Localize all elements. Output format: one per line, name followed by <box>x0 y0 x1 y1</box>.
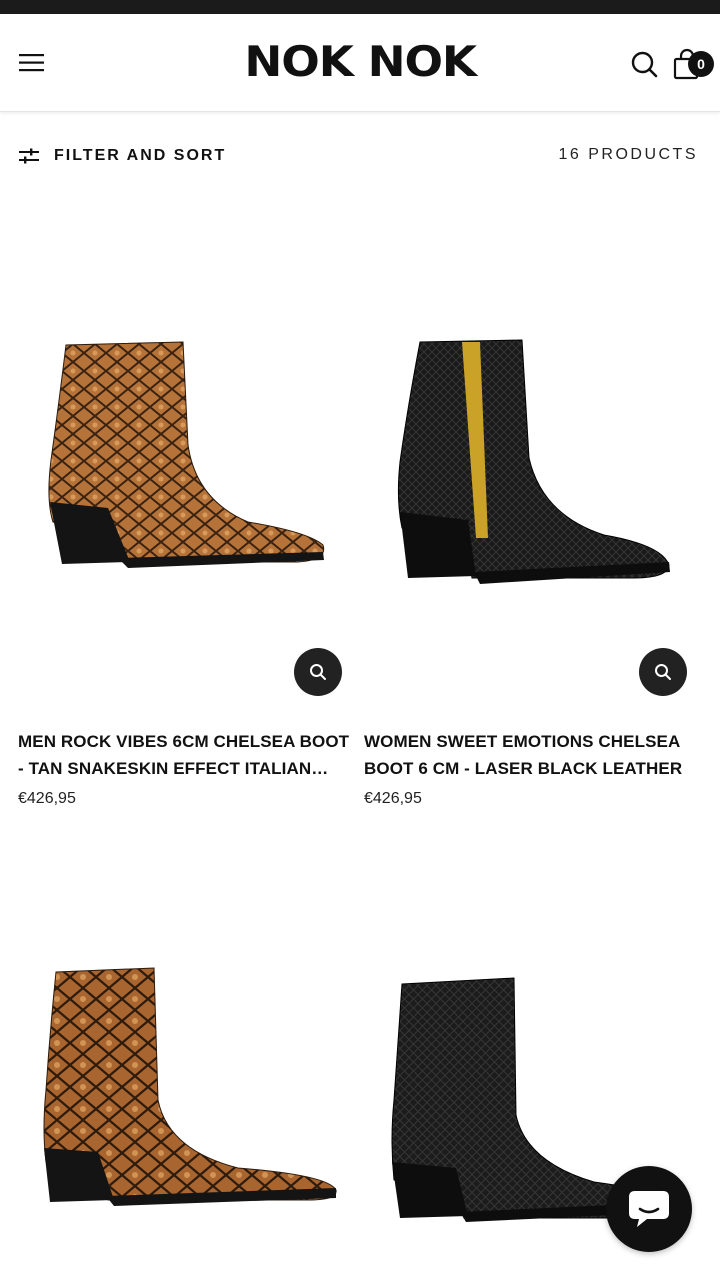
product-card[interactable]: MEN ROCK VIBES 6CM CHELSEA BOOT - TAN SN… <box>18 200 354 820</box>
product-image[interactable] <box>364 200 700 700</box>
cart-count-badge: 0 <box>688 51 714 77</box>
product-card[interactable] <box>18 900 354 1268</box>
product-card[interactable]: WOMEN SWEET EMOTIONS CHELSEA BOOT 6 CM -… <box>364 200 700 820</box>
filter-and-sort-label: FILTER AND SORT <box>54 147 227 164</box>
magnifier-icon <box>655 664 671 680</box>
site-header: NOK NOK 0 <box>0 14 720 112</box>
brand-name: NOK NOK <box>244 36 477 86</box>
sliders-icon <box>19 148 39 164</box>
collection-toolbar: FILTER AND SORT 16 PRODUCTS <box>0 140 720 172</box>
magnifier-icon <box>310 664 326 680</box>
chat-bubble-icon <box>629 1191 669 1227</box>
brand-logo[interactable]: NOK NOK <box>230 36 490 86</box>
top-strip <box>0 0 720 14</box>
filter-and-sort-button[interactable]: FILTER AND SORT <box>18 140 226 172</box>
product-title[interactable]: MEN ROCK VIBES 6CM CHELSEA BOOT - TAN SN… <box>18 728 354 782</box>
product-image[interactable] <box>18 200 354 700</box>
product-price: €426,95 <box>364 790 422 807</box>
chat-button[interactable] <box>606 1166 692 1252</box>
menu-button[interactable] <box>18 52 46 74</box>
quick-view-button[interactable] <box>639 648 687 696</box>
product-title[interactable]: WOMEN SWEET EMOTIONS CHELSEA BOOT 6 CM -… <box>364 728 700 782</box>
quick-view-button[interactable] <box>294 648 342 696</box>
search-button[interactable] <box>630 50 658 78</box>
product-count: 16 PRODUCTS <box>558 146 698 163</box>
product-price: €426,95 <box>18 790 76 807</box>
hamburger-icon <box>19 54 44 72</box>
product-image[interactable] <box>18 900 354 1268</box>
search-icon <box>631 51 658 78</box>
